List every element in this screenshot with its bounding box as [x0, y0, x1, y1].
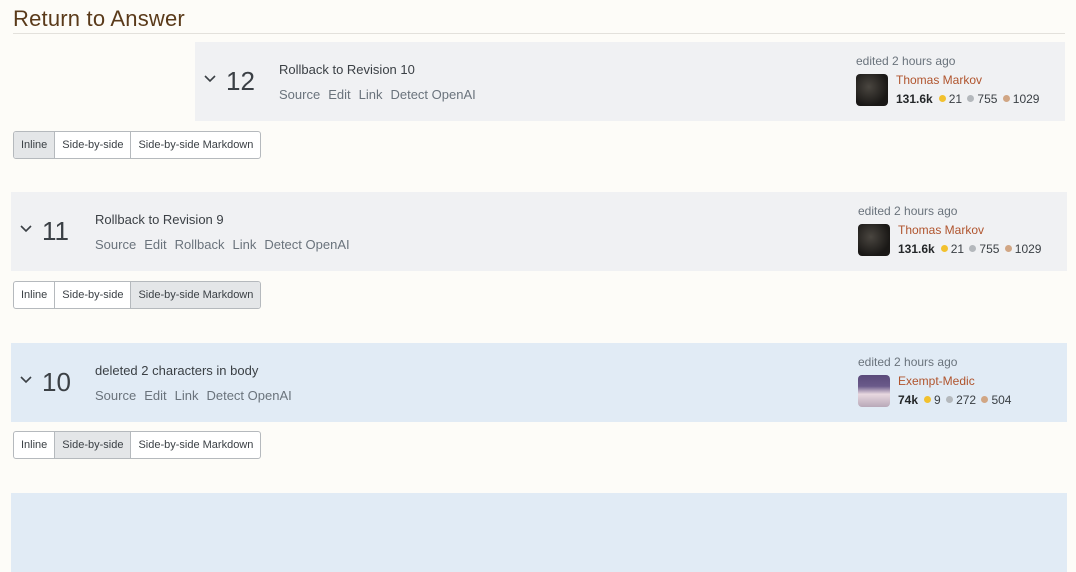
revision-number: 12	[226, 66, 255, 96]
view-side-by-side-markdown-button[interactable]: Side-by-side Markdown	[131, 432, 260, 458]
user-reputation: 131.6k 21 755 1029	[898, 242, 1041, 256]
view-side-by-side-button[interactable]: Side-by-side	[55, 432, 132, 458]
revision-comment: Rollback to Revision 10	[279, 62, 415, 77]
reputation-score: 131.6k	[896, 92, 933, 106]
edit-link[interactable]: Edit	[328, 87, 350, 102]
gold-badge-count: 21	[950, 242, 965, 256]
view-inline-button[interactable]: Inline	[14, 282, 56, 308]
source-link[interactable]: Source	[95, 388, 136, 403]
silver-badge-count: 755	[977, 92, 998, 106]
revision-links: Source Edit Link Detect OpenAI	[279, 87, 484, 102]
view-mode-toggle: Inline Side-by-side Side-by-side Markdow…	[13, 131, 262, 159]
silver-badge-icon	[969, 245, 977, 253]
detect-openai-link[interactable]: Detect OpenAI	[264, 237, 349, 252]
user-name-link[interactable]: Thomas Markov	[898, 223, 984, 237]
user-name-link[interactable]: Thomas Markov	[896, 73, 982, 87]
gold-badge-icon	[924, 396, 932, 404]
editor-info: edited 2 hours ago Thomas Markov 131.6k 2…	[856, 54, 1039, 106]
reputation-score: 74k	[898, 393, 919, 407]
source-link[interactable]: Source	[95, 237, 136, 252]
gold-badge-count: 21	[948, 92, 963, 106]
gold-badge-icon	[938, 95, 946, 103]
view-side-by-side-markdown-button[interactable]: Side-by-side Markdown	[131, 282, 261, 308]
link-link[interactable]: Link	[359, 87, 383, 102]
view-inline-button[interactable]: Inline	[14, 432, 56, 458]
silver-badge-icon	[967, 95, 975, 103]
view-inline-button[interactable]: Inline	[14, 132, 56, 158]
detect-openai-link[interactable]: Detect OpenAI	[206, 388, 291, 403]
link-link[interactable]: Link	[232, 237, 256, 252]
revision-comment: deleted 2 characters in body	[95, 363, 259, 378]
view-side-by-side-button[interactable]: Side-by-side	[55, 132, 132, 158]
bronze-badge-icon	[981, 396, 989, 404]
chevron-down-icon[interactable]	[203, 72, 217, 86]
source-link[interactable]: Source	[279, 87, 320, 102]
gold-badge-icon	[940, 245, 948, 253]
reputation-score: 131.6k	[898, 242, 935, 256]
revision-comment: Rollback to Revision 9	[95, 212, 224, 227]
revision-links: Source Edit Rollback Link Detect OpenAI	[95, 237, 358, 252]
user-avatar[interactable]	[858, 375, 890, 407]
revision-header-11: 11 Rollback to Revision 9 Source Edit Roll…	[11, 192, 1067, 271]
chevron-down-icon[interactable]	[19, 373, 33, 387]
view-side-by-side-button[interactable]: Side-by-side	[55, 282, 132, 308]
view-side-by-side-markdown-button[interactable]: Side-by-side Markdown	[131, 132, 260, 158]
rollback-link[interactable]: Rollback	[175, 237, 225, 252]
edited-time: edited 2 hours ago	[858, 204, 958, 218]
revision-links: Source Edit Link Detect OpenAI	[95, 388, 300, 403]
bronze-badge-count: 1029	[1014, 242, 1042, 256]
view-mode-toggle: Inline Side-by-side Side-by-side Markdow…	[13, 431, 262, 459]
edit-link[interactable]: Edit	[144, 237, 166, 252]
edited-time: edited 2 hours ago	[858, 355, 958, 369]
editor-info: edited 2 hours ago Exempt-Medic 74k 9 272…	[858, 355, 1011, 407]
detect-openai-link[interactable]: Detect OpenAI	[390, 87, 475, 102]
bronze-badge-icon	[1002, 95, 1010, 103]
user-avatar[interactable]	[858, 224, 890, 256]
bronze-badge-count: 1029	[1012, 92, 1040, 106]
revision-header-10: 10 deleted 2 characters in body Source Ed…	[11, 343, 1067, 422]
user-reputation: 74k 9 272 504	[898, 393, 1011, 407]
user-avatar[interactable]	[856, 74, 888, 106]
edited-time: edited 2 hours ago	[856, 54, 956, 68]
gold-badge-count: 9	[934, 393, 941, 407]
silver-badge-count: 272	[956, 393, 977, 407]
view-mode-toggle: Inline Side-by-side Side-by-side Markdow…	[13, 281, 262, 309]
editor-info: edited 2 hours ago Thomas Markov 131.6k 2…	[858, 204, 1041, 256]
user-reputation: 131.6k 21 755 1029	[896, 92, 1039, 106]
bronze-badge-icon	[1004, 245, 1012, 253]
bronze-badge-count: 504	[991, 393, 1012, 407]
title-divider	[13, 33, 1065, 34]
user-name-link[interactable]: Exempt-Medic	[898, 374, 975, 388]
edit-link[interactable]: Edit	[144, 388, 166, 403]
return-to-answer-link[interactable]: Return to Answer	[13, 6, 185, 32]
silver-badge-count: 755	[979, 242, 1000, 256]
revision-header-12: 12 Rollback to Revision 10 Source Edit Lin…	[195, 42, 1065, 121]
revision-number: 11	[42, 216, 69, 246]
link-link[interactable]: Link	[175, 388, 199, 403]
revision-number: 10	[42, 367, 71, 397]
chevron-down-icon[interactable]	[19, 222, 33, 236]
silver-badge-icon	[946, 396, 954, 404]
